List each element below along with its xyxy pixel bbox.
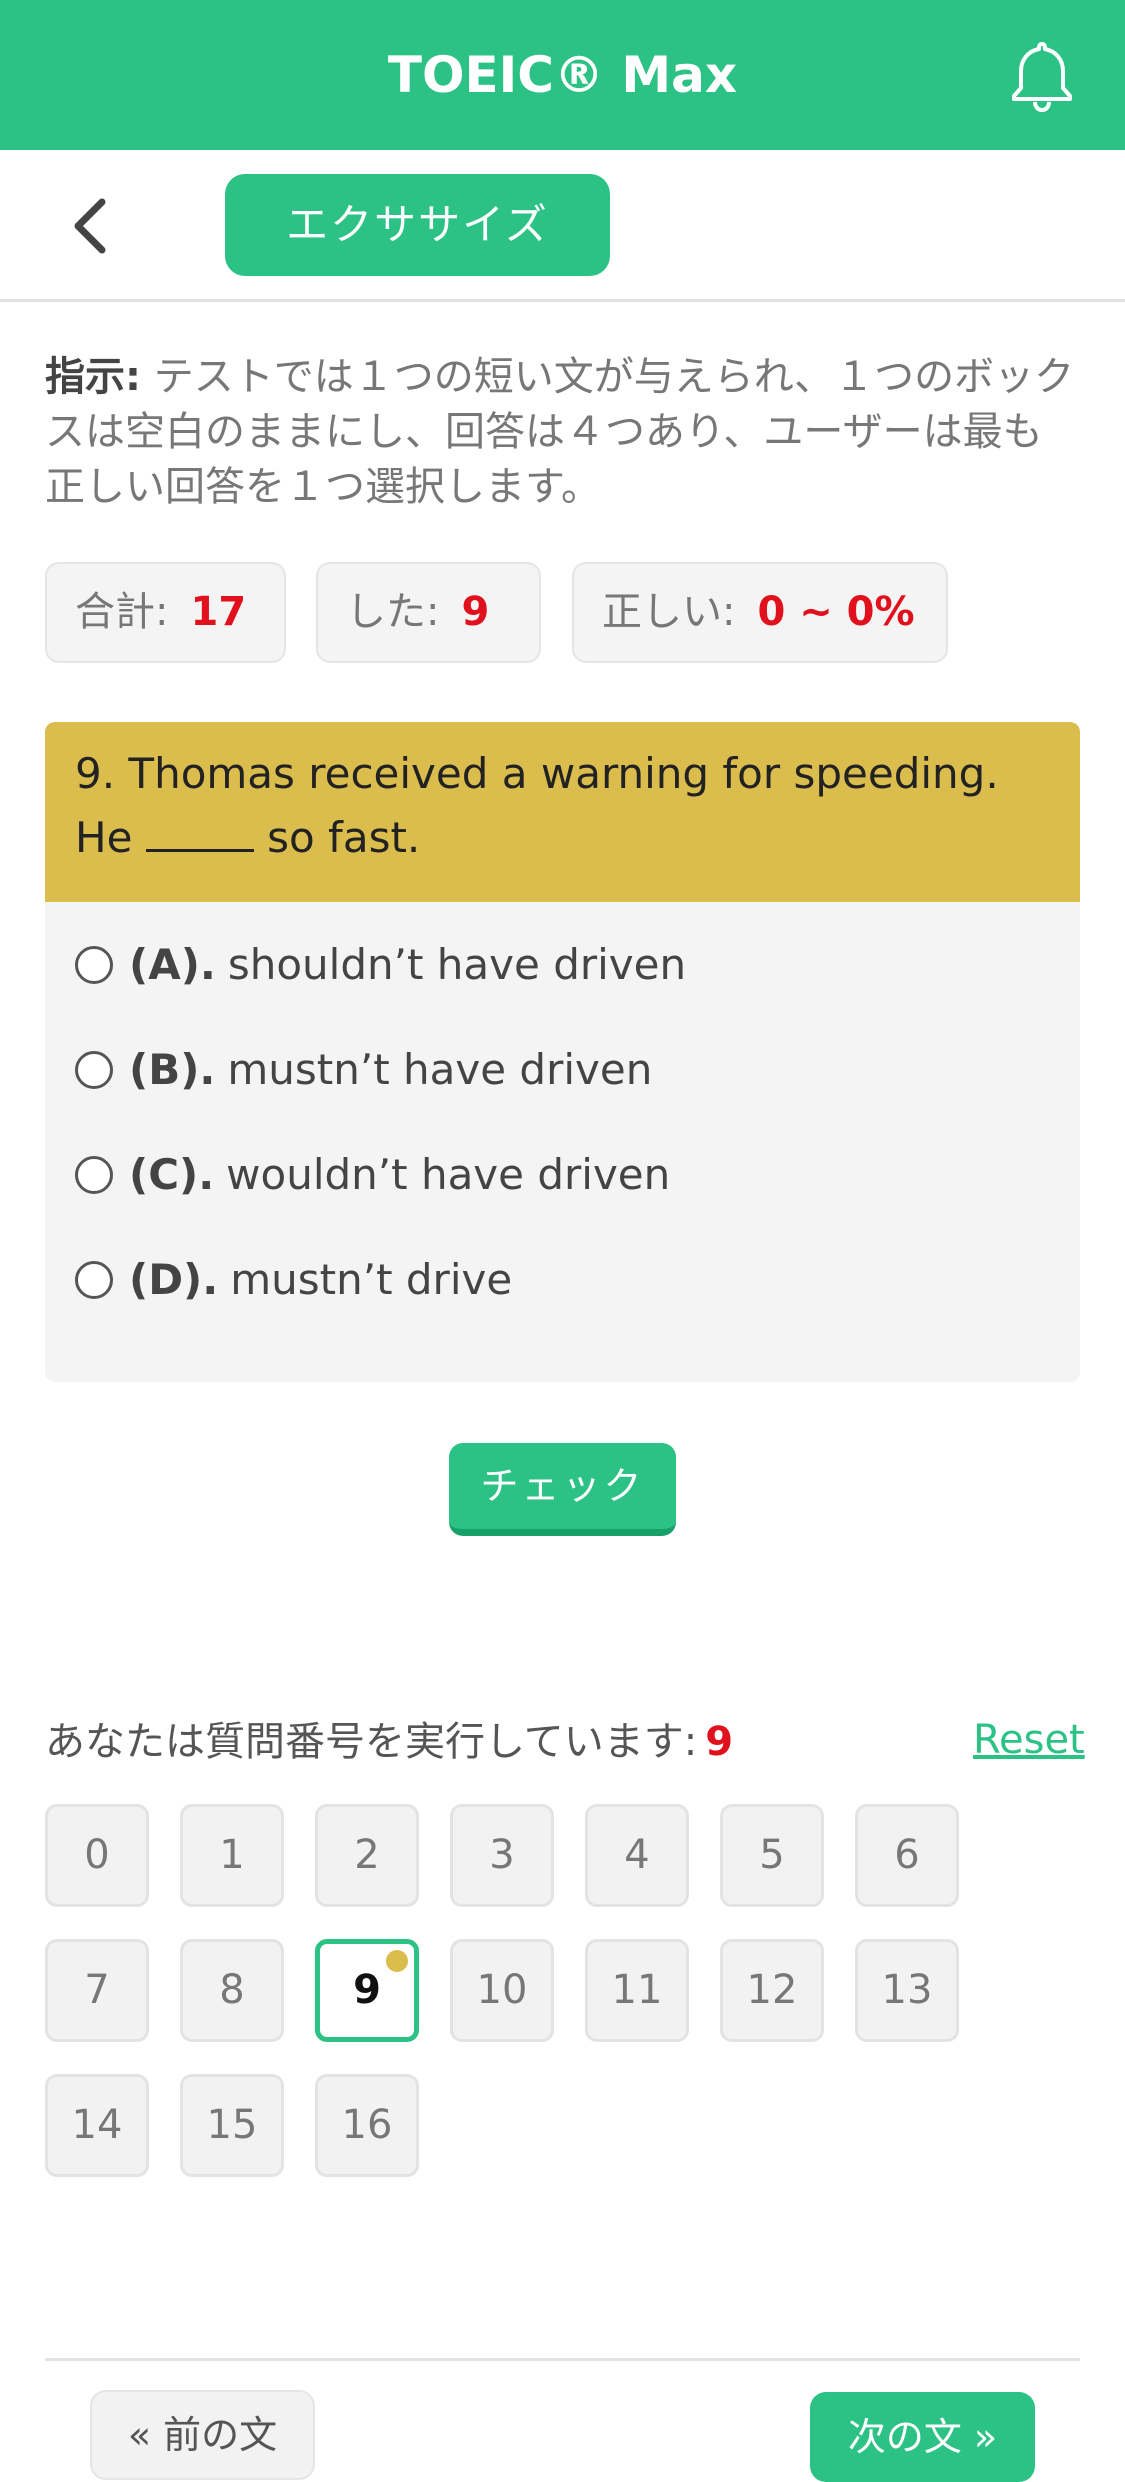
option-c[interactable]: (C). wouldn’t have driven — [75, 1140, 1035, 1210]
radio-d[interactable] — [75, 1261, 113, 1299]
radio-a[interactable] — [75, 946, 113, 984]
current-question-indicator: あなたは質問番号を実行しています: 9 — [45, 1712, 733, 1772]
question-number-14[interactable]: 14 — [45, 2074, 149, 2177]
question-number-9-label: 9 — [353, 1967, 381, 2013]
instructions: 指示: テストでは１つの短い文が与えられ、１つのボックスは空白のままにし、回答は… — [45, 350, 1075, 515]
stat-done-value: 9 — [461, 589, 490, 635]
previous-sentence-button[interactable]: « 前の文 — [90, 2390, 315, 2480]
app-header: TOEIC® Max — [0, 0, 1125, 150]
option-d[interactable]: (D). mustn’t drive — [75, 1245, 1035, 1315]
option-b-letter: (B). — [129, 1045, 216, 1094]
current-indicator-dot — [386, 1950, 408, 1972]
option-c-letter: (C). — [129, 1150, 215, 1199]
question-number-15[interactable]: 15 — [180, 2074, 284, 2177]
option-b[interactable]: (B). mustn’t have driven — [75, 1035, 1035, 1105]
question-number-16[interactable]: 16 — [315, 2074, 419, 2177]
question-number-13[interactable]: 13 — [855, 1939, 959, 2042]
option-a[interactable]: (A). shouldn’t have driven — [75, 930, 1035, 1000]
question-text: 9. Thomas received a warning for speedin… — [45, 722, 1080, 902]
option-d-text: mustn’t drive — [230, 1255, 513, 1304]
question-card: 9. Thomas received a warning for speedin… — [45, 722, 1080, 1382]
option-a-text: shouldn’t have driven — [227, 940, 687, 989]
instructions-label: 指示: — [45, 354, 141, 400]
instructions-text: テストでは１つの短い文が与えられ、１つのボックスは空白のままにし、回答は４つあり… — [45, 354, 1075, 510]
question-number-0[interactable]: 0 — [45, 1804, 149, 1907]
question-number-12[interactable]: 12 — [720, 1939, 824, 2042]
question-number-3[interactable]: 3 — [450, 1804, 554, 1907]
option-a-letter: (A). — [129, 940, 216, 989]
option-d-letter: (D). — [129, 1255, 219, 1304]
question-number-2[interactable]: 2 — [315, 1804, 419, 1907]
running-label: あなたは質問番号を実行しています: — [45, 1719, 698, 1765]
next-sentence-button[interactable]: 次の文 » — [810, 2392, 1035, 2482]
answer-blank — [145, 812, 254, 852]
question-number-8[interactable]: 8 — [180, 1939, 284, 2042]
app-title: TOEIC® Max — [387, 46, 738, 104]
radio-b[interactable] — [75, 1051, 113, 1089]
question-number-1[interactable]: 1 — [180, 1804, 284, 1907]
reset-link[interactable]: Reset — [973, 1712, 1085, 1768]
stat-done: した: 9 — [316, 562, 541, 663]
question-number-4[interactable]: 4 — [585, 1804, 689, 1907]
current-question-number: 9 — [705, 1719, 734, 1765]
bell-icon[interactable] — [1007, 38, 1077, 112]
stat-done-label: した: — [346, 589, 440, 635]
sub-navigation-bar: エクササイズ — [0, 150, 1125, 302]
stat-correct-label: 正しい: — [602, 589, 736, 635]
chevron-left-icon[interactable] — [62, 188, 118, 264]
option-c-text: wouldn’t have driven — [226, 1150, 671, 1199]
stat-total-value: 17 — [190, 589, 247, 635]
stat-total-label: 合計: — [75, 589, 169, 635]
question-number-10[interactable]: 10 — [450, 1939, 554, 2042]
question-text-after: so fast. — [253, 813, 421, 862]
stat-correct-value: 0 ~ 0% — [757, 589, 915, 635]
exercise-button[interactable]: エクササイズ — [225, 174, 610, 276]
question-number-9-current[interactable]: 9 — [315, 1939, 419, 2042]
check-button[interactable]: チェック — [449, 1443, 676, 1536]
question-number-11[interactable]: 11 — [585, 1939, 689, 2042]
option-b-text: mustn’t have driven — [227, 1045, 653, 1094]
footer-divider — [45, 2358, 1080, 2361]
stat-total: 合計: 17 — [45, 562, 286, 663]
question-number-7[interactable]: 7 — [45, 1939, 149, 2042]
question-number-6[interactable]: 6 — [855, 1804, 959, 1907]
stat-correct: 正しい: 0 ~ 0% — [572, 562, 948, 663]
question-number-5[interactable]: 5 — [720, 1804, 824, 1907]
radio-c[interactable] — [75, 1156, 113, 1194]
